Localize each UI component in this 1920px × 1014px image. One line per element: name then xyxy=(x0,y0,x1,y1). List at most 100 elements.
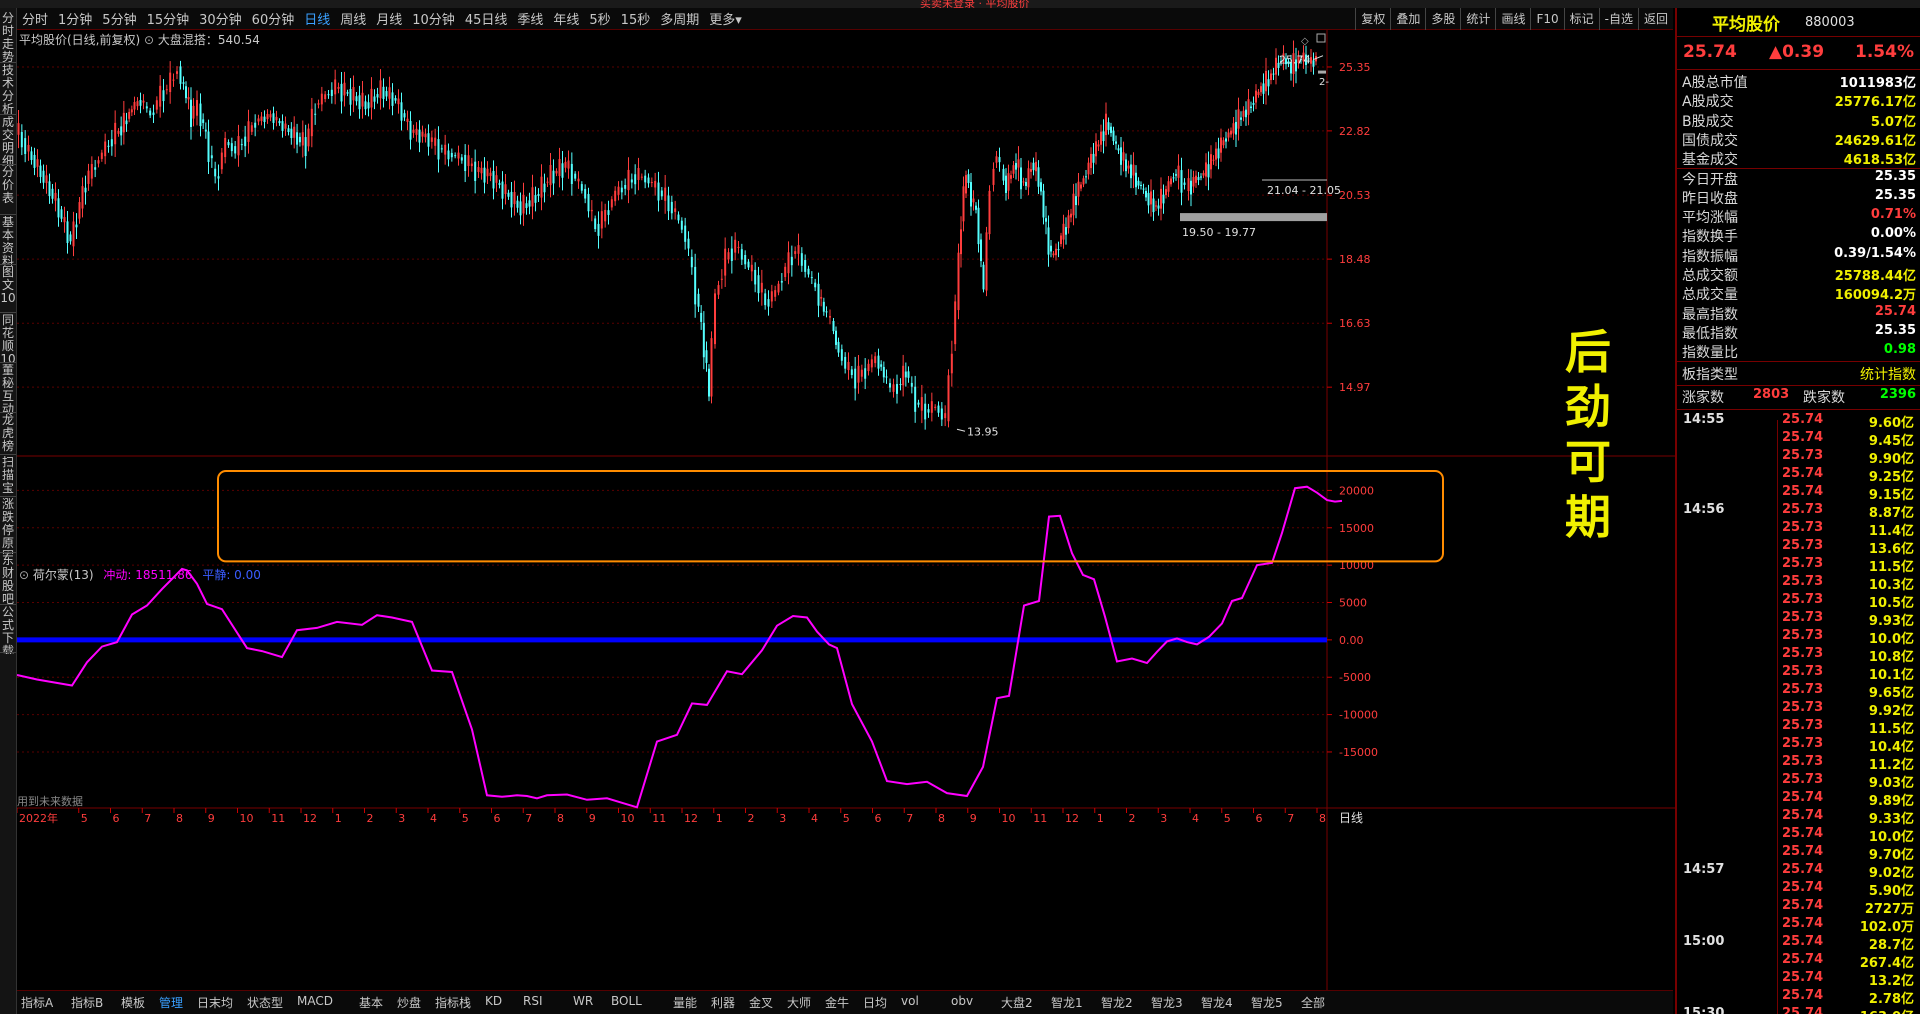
collapse-icon[interactable]: ⊙ xyxy=(144,33,154,47)
candle-body xyxy=(847,361,850,371)
timeframe-1[interactable]: 1分钟 xyxy=(53,9,97,28)
indicator-tab-13[interactable]: BOLL xyxy=(611,994,642,1008)
timeframe-7[interactable]: 周线 xyxy=(335,9,371,28)
timeframe-6[interactable]: 日线 xyxy=(299,9,335,28)
indicator-tab-6[interactable]: MACD xyxy=(297,994,333,1008)
left-tab-6[interactable]: 同花顺10 xyxy=(0,314,16,364)
indicator-tab-21[interactable]: obv xyxy=(951,994,973,1008)
candle-body xyxy=(1245,109,1247,118)
tool-5[interactable]: F10 xyxy=(1530,8,1563,30)
indicator-tab-9[interactable]: 指标栈 xyxy=(435,994,471,1011)
tick-price: 25.73 xyxy=(1782,610,1824,625)
left-tab-3[interactable]: 分价表 xyxy=(0,166,16,216)
timeframe-16[interactable]: 更多▾ xyxy=(704,9,747,28)
indicator-tab-24[interactable]: 智龙2 xyxy=(1101,994,1133,1011)
timeframe-15[interactable]: 多周期 xyxy=(655,9,704,28)
tick-volume: 9.25亿 xyxy=(1868,470,1914,485)
indicator-tab-3[interactable]: 管理 xyxy=(159,994,183,1011)
left-tab-4[interactable]: 基本资料 xyxy=(0,216,16,266)
candle-body xyxy=(797,245,800,254)
candle-body xyxy=(1080,184,1082,189)
tool-6[interactable]: 标记 xyxy=(1563,8,1599,30)
timeframe-14[interactable]: 15秒 xyxy=(616,9,656,28)
indicator-tab-0[interactable]: 指标A xyxy=(21,994,53,1011)
indicator-tab-8[interactable]: 炒盘 xyxy=(397,994,421,1011)
left-tab-7[interactable]: 董秘互动 xyxy=(0,364,16,414)
timeframe-3[interactable]: 15分钟 xyxy=(142,9,195,28)
tool-2[interactable]: 多股 xyxy=(1425,8,1460,30)
tick-price: 25.73 xyxy=(1782,736,1824,751)
indicator-tab-2[interactable]: 模板 xyxy=(121,994,145,1011)
left-tab-12[interactable]: 公式下载 xyxy=(0,606,16,654)
left-tab-5[interactable]: 图文10 xyxy=(0,266,16,314)
price-change: ▲0.39 xyxy=(1769,42,1825,62)
timeframe-12[interactable]: 年线 xyxy=(548,9,584,28)
indicator-tab-11[interactable]: RSI xyxy=(523,994,543,1008)
candle-body xyxy=(784,266,787,278)
candle-body xyxy=(1155,205,1157,207)
indicator-tab-19[interactable]: 日均 xyxy=(863,994,887,1011)
indicator-tab-12[interactable]: WR xyxy=(573,994,593,1008)
timeframe-5[interactable]: 60分钟 xyxy=(247,9,300,28)
candle-body xyxy=(1235,121,1237,135)
timeframe-4[interactable]: 30分钟 xyxy=(194,9,247,28)
tool-3[interactable]: 统计 xyxy=(1460,8,1495,30)
indicator-tab-14[interactable]: 量能 xyxy=(673,994,697,1011)
candle-body xyxy=(287,128,290,133)
x-tick-label: 11 xyxy=(652,812,666,825)
indicator-tab-28[interactable]: 全部 xyxy=(1301,994,1325,1011)
candle-body xyxy=(1177,165,1180,178)
tool-7[interactable]: -自选 xyxy=(1598,8,1638,30)
left-tab-8[interactable]: 龙虎榜 xyxy=(0,414,16,456)
timeframe-10[interactable]: 45日线 xyxy=(460,9,513,28)
timeframe-0[interactable]: 分时 xyxy=(17,9,53,28)
tool-0[interactable]: 复权 xyxy=(1355,8,1390,30)
left-tab-2[interactable]: 成交明细 xyxy=(0,116,16,166)
tick-volume: 9.03亿 xyxy=(1868,776,1914,791)
indicator-tab-4[interactable]: 日末均 xyxy=(197,994,233,1011)
indicator-tab-10[interactable]: KD xyxy=(485,994,502,1008)
timeframe-8[interactable]: 月线 xyxy=(371,9,407,28)
candle-body xyxy=(1265,70,1267,92)
indicator-tab-16[interactable]: 金叉 xyxy=(749,994,773,1011)
collapse-icon-2[interactable]: ⊙ xyxy=(19,568,29,582)
tick-volume: 163.0亿 xyxy=(1860,1006,1914,1014)
candle-body xyxy=(1035,161,1037,172)
indicator-tab-27[interactable]: 智龙5 xyxy=(1251,994,1283,1011)
stat-value: 160094.2万 xyxy=(1834,288,1916,304)
timeframe-13[interactable]: 5秒 xyxy=(584,9,615,28)
left-tab-9[interactable]: 扫描宝 xyxy=(0,456,16,498)
timeframe-2[interactable]: 5分钟 xyxy=(97,9,141,28)
left-tab-1[interactable]: 技术分析 xyxy=(0,64,16,116)
left-tab-11[interactable]: 东财股吧 xyxy=(0,554,16,606)
timeframe-11[interactable]: 季线 xyxy=(512,9,548,28)
indicator-tab-15[interactable]: 利器 xyxy=(711,994,735,1011)
left-tab-0[interactable]: 分时走势 xyxy=(0,12,16,64)
tool-1[interactable]: 叠加 xyxy=(1390,8,1425,30)
chart-svg[interactable]: 25.35 22.82 20.53 18.48 16.63 14.97 25.74 13.95… xyxy=(17,30,1675,1010)
tool-8[interactable]: 返回 xyxy=(1637,8,1673,30)
indicator-tab-5[interactable]: 状态型 xyxy=(247,994,283,1011)
candle-body xyxy=(358,95,361,110)
indicator-tab-22[interactable]: 大盘2 xyxy=(1001,994,1033,1011)
candle-body xyxy=(960,229,962,255)
left-tab-10[interactable]: 涨跌停原因 xyxy=(0,498,16,554)
indicator-tab-1[interactable]: 指标B xyxy=(71,994,103,1011)
candle-body xyxy=(1065,227,1067,235)
stat-row: 今日开盘 25.35 xyxy=(1677,169,1920,188)
indicator-tab-26[interactable]: 智龙4 xyxy=(1201,994,1233,1011)
stat-row: A股成交 25776.17亿 xyxy=(1677,91,1920,110)
indicator-tab-7[interactable]: 基本 xyxy=(359,994,383,1011)
timeframe-9[interactable]: 10分钟 xyxy=(407,9,460,28)
candle-body xyxy=(278,121,281,124)
indicator-tab-20[interactable]: vol xyxy=(901,994,919,1008)
indicator-tab-25[interactable]: 智龙3 xyxy=(1151,994,1183,1011)
tick-volume: 11.2亿 xyxy=(1868,758,1914,773)
candle-body xyxy=(1162,194,1165,204)
tool-4[interactable]: 画线 xyxy=(1495,8,1530,30)
indicator-tab-23[interactable]: 智龙1 xyxy=(1051,994,1083,1011)
indicator-tab-17[interactable]: 大师 xyxy=(787,994,811,1011)
candle-body xyxy=(176,71,178,74)
candle-body xyxy=(480,167,483,174)
indicator-tab-18[interactable]: 金牛 xyxy=(825,994,849,1011)
